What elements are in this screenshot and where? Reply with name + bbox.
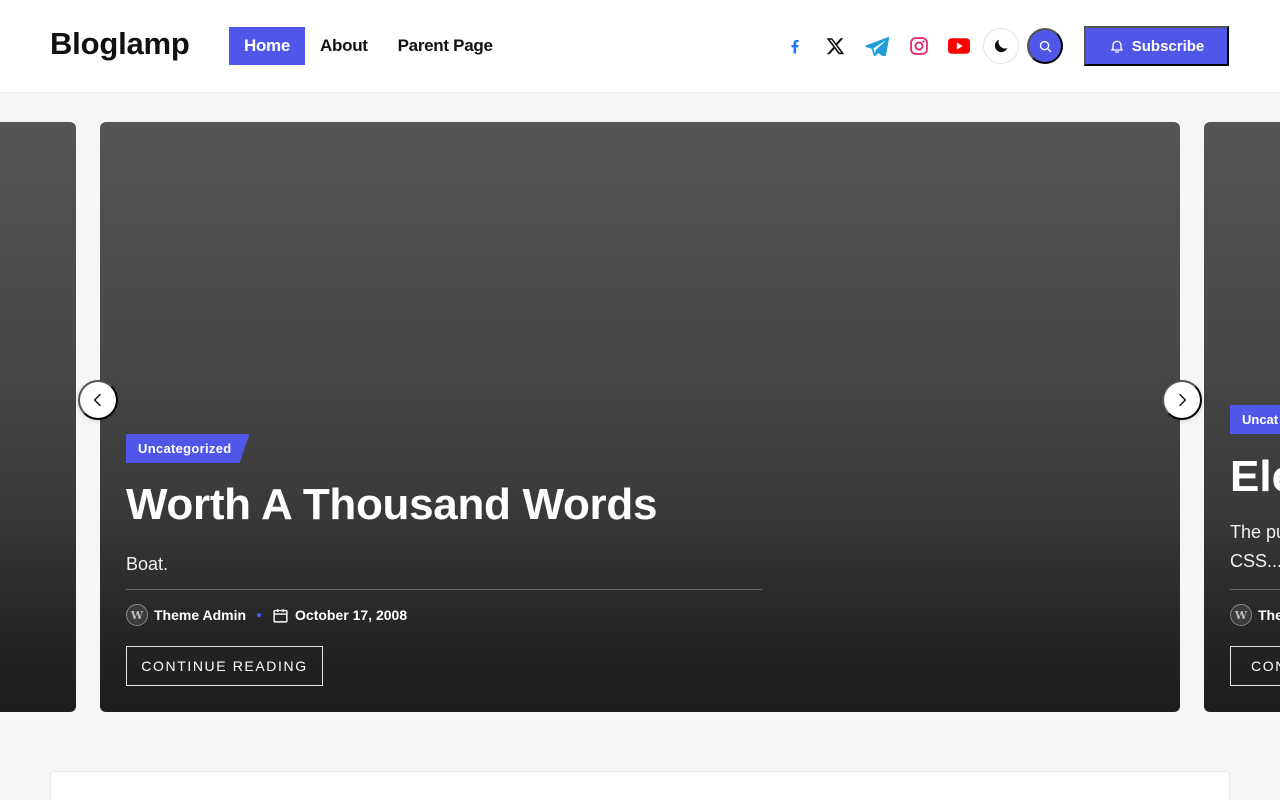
continue-reading-button[interactable]: CONTINUE READING <box>126 646 323 686</box>
search-icon <box>1039 40 1051 52</box>
next-slide-title[interactable]: Ele <box>1230 452 1280 502</box>
main-nav: Home About Parent Page <box>229 27 508 65</box>
facebook-icon[interactable] <box>777 28 813 64</box>
calendar-icon <box>273 608 288 623</box>
nav-item-home[interactable]: Home <box>229 27 306 65</box>
telegram-icon[interactable] <box>859 28 895 64</box>
next-continue-reading-button[interactable]: CON <box>1230 646 1280 686</box>
youtube-icon[interactable] <box>941 28 977 64</box>
nav-item-about[interactable]: About <box>305 27 383 65</box>
next-post-meta: W The <box>1230 604 1280 626</box>
next-slide-divider <box>1230 589 1280 590</box>
subscribe-button[interactable]: Subscribe <box>1084 26 1229 66</box>
post-meta: W Theme Admin October 17, 2008 <box>126 604 407 626</box>
slider-prev-button[interactable] <box>78 380 118 420</box>
category-badge[interactable]: Uncategorized <box>126 434 249 463</box>
slide-title[interactable]: Worth A Thousand Words <box>126 480 657 530</box>
next-excerpt-line-1: The pu <box>1230 522 1280 542</box>
next-excerpt-line-2: CSS... <box>1230 551 1280 571</box>
content-card <box>50 771 1230 800</box>
meta-separator <box>257 613 262 617</box>
slide-divider <box>126 589 762 590</box>
bell-icon <box>1110 40 1123 53</box>
slide-excerpt: Boat. <box>126 554 169 574</box>
dark-mode-toggle[interactable] <box>983 28 1019 64</box>
slide-next-partial[interactable]: Uncat Ele The pu CSS... W The CON <box>1204 122 1280 712</box>
next-category-badge[interactable]: Uncat <box>1230 405 1280 434</box>
nav-item-parent-page[interactable]: Parent Page <box>383 27 508 65</box>
featured-slide: Uncategorized Worth A Thousand Words Boa… <box>100 122 1180 712</box>
next-author-avatar: W <box>1230 604 1252 626</box>
search-button[interactable] <box>1027 28 1063 64</box>
post-date[interactable]: October 17, 2008 <box>295 607 407 623</box>
site-logo[interactable]: Bloglamp <box>50 26 190 62</box>
slide-previous-partial[interactable] <box>0 122 76 712</box>
author-name[interactable]: Theme Admin <box>154 607 246 623</box>
instagram-icon[interactable] <box>901 28 937 64</box>
chevron-left-icon <box>93 393 101 407</box>
next-author-name[interactable]: The <box>1258 607 1280 623</box>
author-avatar: W <box>126 604 148 626</box>
chevron-right-icon <box>1179 393 1187 407</box>
moon-icon <box>994 39 1008 53</box>
site-header: Bloglamp Home About Parent Page Subscrib… <box>0 0 1280 92</box>
next-slide-excerpt: The pu CSS... <box>1230 518 1280 576</box>
x-twitter-icon[interactable] <box>817 28 853 64</box>
subscribe-label: Subscribe <box>1131 37 1205 55</box>
slider-next-button[interactable] <box>1162 380 1202 420</box>
